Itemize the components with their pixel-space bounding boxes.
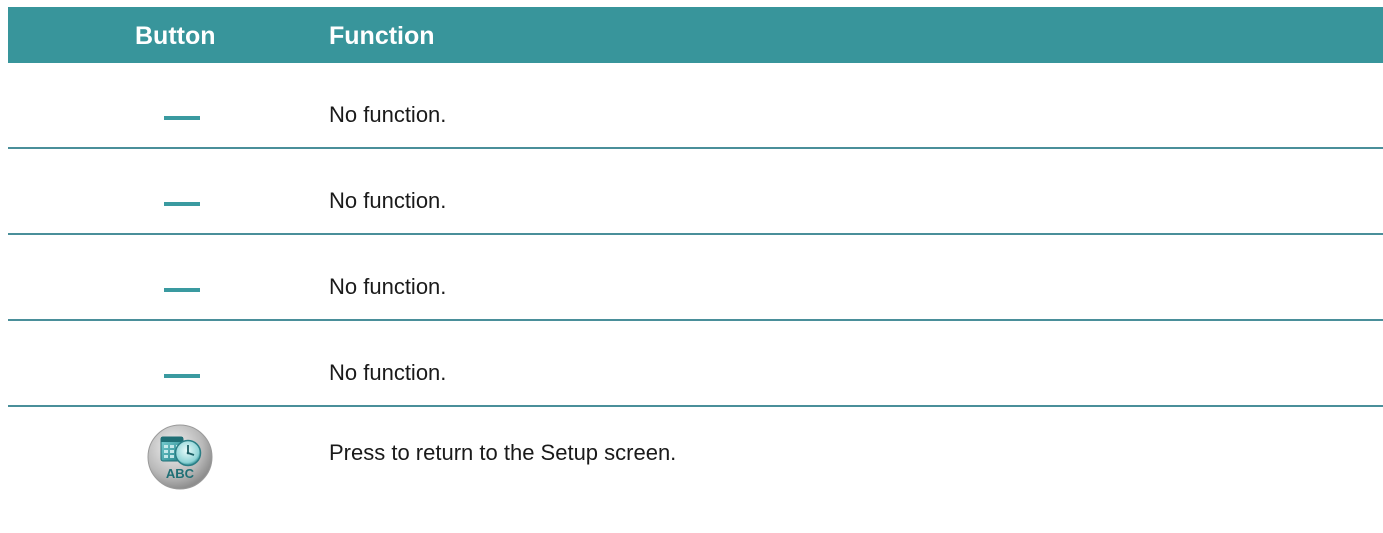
button-cell bbox=[8, 63, 383, 147]
header-button: Button bbox=[135, 22, 216, 50]
button-cell bbox=[8, 149, 383, 233]
table-row: No function. bbox=[8, 321, 1383, 407]
table-header: Button Function bbox=[8, 7, 1383, 63]
function-cell: No function. bbox=[329, 102, 447, 127]
header-function: Function bbox=[329, 22, 435, 50]
button-cell bbox=[8, 235, 383, 319]
function-cell: Press to return to the Setup screen. bbox=[329, 440, 677, 465]
dash-icon bbox=[164, 202, 200, 206]
table-row: No function. bbox=[8, 149, 1383, 235]
dash-icon bbox=[164, 116, 200, 120]
button-cell bbox=[8, 321, 383, 405]
svg-text:ABC: ABC bbox=[166, 466, 195, 481]
function-cell: No function. bbox=[329, 360, 447, 385]
table-row: No function. bbox=[8, 235, 1383, 321]
dash-icon bbox=[164, 374, 200, 378]
function-cell: No function. bbox=[329, 274, 447, 299]
button-function-table: Button Function No function. No function… bbox=[8, 7, 1383, 517]
table-row: ABC Press to return to the Setup screen. bbox=[8, 407, 1383, 517]
dash-icon bbox=[164, 288, 200, 292]
setup-abc-clock-icon: ABC bbox=[146, 423, 214, 491]
function-cell: No function. bbox=[329, 188, 447, 213]
table-row: No function. bbox=[8, 63, 1383, 149]
button-cell: ABC bbox=[8, 407, 383, 491]
